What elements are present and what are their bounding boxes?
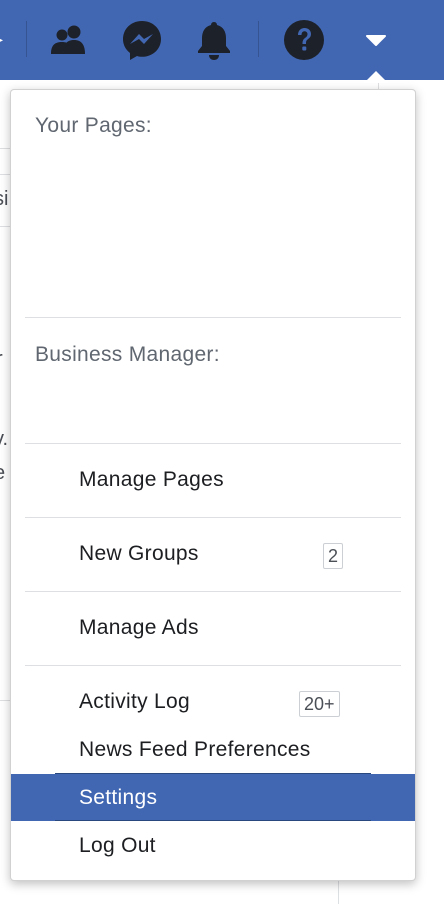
activity-log-count-badge: 20+ [299,691,340,717]
account-dropdown-menu: Your Pages: Business Manager: Manage Pag… [10,89,416,881]
top-navigation-bar: ▸ [0,0,444,80]
messenger-button[interactable] [120,18,164,62]
background-text-fragment: r [0,348,3,371]
cut-off-nav-item[interactable]: ▸ [0,28,6,50]
background-text-fragment: v. [0,428,9,450]
dropdown-pointer [364,71,388,83]
menu-item-log-out[interactable]: Log Out [11,824,415,868]
nav-divider [258,21,259,57]
menu-separator [25,665,401,666]
business-manager-heading: Business Manager: [35,343,220,366]
menu-item-label: Log Out [79,834,156,857]
menu-item-label: Activity Log [79,690,190,713]
menu-item-news-feed-preferences[interactable]: News Feed Preferences [11,728,415,772]
notifications-bell-icon [198,22,230,60]
account-menu-button[interactable] [354,18,398,62]
menu-item-label: Manage Pages [79,468,224,491]
nav-divider [26,21,27,57]
menu-item-activity-log[interactable]: Activity Log 20+ [11,680,415,724]
notifications-button[interactable] [192,18,236,62]
menu-item-manage-pages[interactable]: Manage Pages [11,458,415,502]
menu-separator [25,443,401,444]
menu-item-label: Settings [79,786,158,809]
account-menu-caret-icon [366,35,386,46]
menu-item-manage-ads[interactable]: Manage Ads [11,606,415,650]
friend-requests-icon [51,25,85,54]
help-button[interactable] [282,18,326,62]
background-text-fragment: si [0,188,9,210]
help-question-icon [284,20,324,60]
menu-item-settings[interactable]: Settings [11,774,415,821]
menu-separator [25,517,401,518]
new-groups-count-badge: 2 [323,543,344,569]
menu-item-label: Manage Ads [79,616,199,639]
messenger-icon [123,21,161,60]
background-text-fragment: e [0,462,5,485]
menu-separator [25,591,401,592]
background-scroll-track [338,880,339,904]
menu-item-new-groups[interactable]: New Groups 2 [11,532,415,576]
friend-requests-button[interactable] [47,18,91,62]
menu-item-label: New Groups [79,542,199,565]
menu-item-label: News Feed Preferences [79,738,311,761]
menu-separator [25,317,401,318]
your-pages-heading: Your Pages: [35,114,152,137]
selected-item-bottom-border [55,820,371,821]
